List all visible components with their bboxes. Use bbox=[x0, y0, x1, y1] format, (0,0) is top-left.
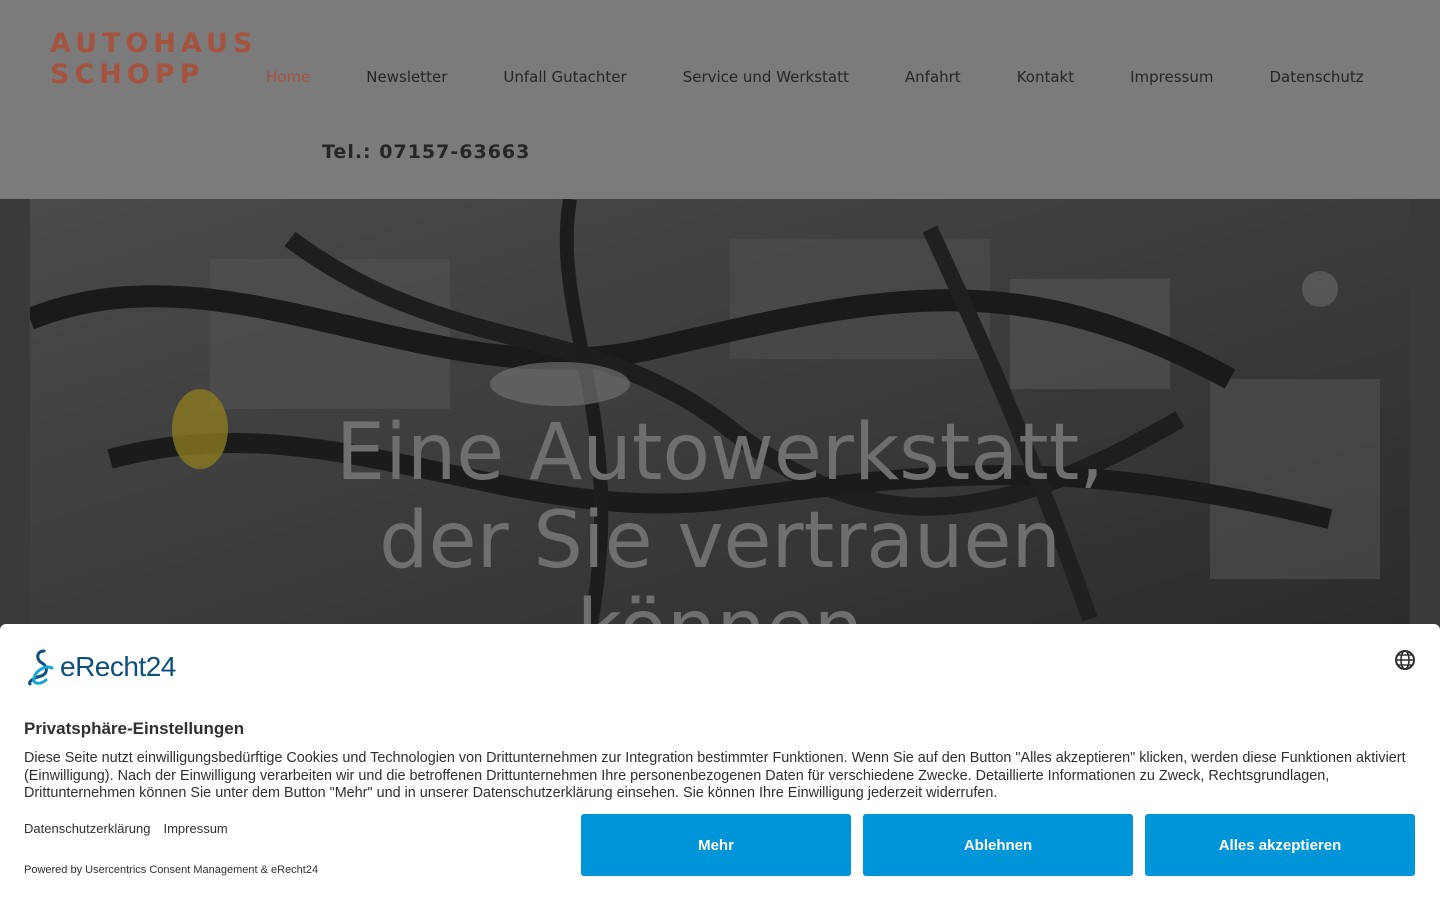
nav-datenschutz[interactable]: Datenschutz bbox=[1269, 66, 1363, 88]
language-globe-icon[interactable] bbox=[1394, 649, 1416, 671]
site-header: AUTOHAUS SCHOPP Home Newsletter Unfall G… bbox=[0, 0, 1440, 199]
imprint-link[interactable]: Impressum bbox=[163, 821, 227, 836]
powered-by-note: Powered by Usercentrics Consent Manageme… bbox=[24, 864, 319, 876]
consent-description: Diese Seite nutzt einwilligungsbedürftig… bbox=[24, 750, 1406, 801]
nav-impressum[interactable]: Impressum bbox=[1130, 66, 1213, 88]
hero-section: Eine Autowerkstatt, der Sie vertrauen kö… bbox=[30, 199, 1410, 629]
main-nav: Home Newsletter Unfall Gutachter Service… bbox=[266, 66, 1420, 88]
logo-line-1: AUTOHAUS bbox=[50, 28, 258, 59]
consent-title: Privatsphäre-Einstellungen bbox=[24, 719, 245, 738]
hero-line-3: können bbox=[576, 584, 864, 629]
cookie-consent-banner: eRecht24 Privatsphäre-Einstellungen Dies… bbox=[0, 624, 1440, 900]
consent-links: Datenschutzerklärung Impressum bbox=[24, 821, 241, 836]
hero-line-2: der Sie vertrauen bbox=[379, 496, 1061, 586]
accept-all-button[interactable]: Alles akzeptieren bbox=[1145, 814, 1415, 876]
consent-button-group: Mehr Ablehnen Alles akzeptieren bbox=[581, 814, 1415, 876]
nav-service-werkstatt[interactable]: Service und Werkstatt bbox=[683, 66, 849, 88]
brand-name: eRecht24 bbox=[60, 651, 176, 682]
nav-home[interactable]: Home bbox=[266, 66, 310, 88]
hero-headline: Eine Autowerkstatt, der Sie vertrauen kö… bbox=[30, 409, 1410, 629]
phone-number: Tel.: 07157-63663 bbox=[322, 141, 531, 163]
privacy-policy-link[interactable]: Datenschutzerklärung bbox=[24, 821, 150, 836]
logo-line-2: SCHOPP bbox=[50, 59, 205, 90]
site-logo[interactable]: AUTOHAUS SCHOPP bbox=[50, 28, 257, 90]
decline-button[interactable]: Ablehnen bbox=[863, 814, 1133, 876]
erecht24-logo: eRecht24 bbox=[24, 648, 176, 686]
erecht24-mark-icon bbox=[28, 649, 54, 686]
nav-anfahrt[interactable]: Anfahrt bbox=[905, 66, 961, 88]
nav-newsletter[interactable]: Newsletter bbox=[366, 66, 447, 88]
nav-kontakt[interactable]: Kontakt bbox=[1017, 66, 1074, 88]
hero-line-1: Eine Autowerkstatt, bbox=[335, 408, 1105, 498]
more-button[interactable]: Mehr bbox=[581, 814, 851, 876]
nav-unfall-gutachter[interactable]: Unfall Gutachter bbox=[503, 66, 626, 88]
